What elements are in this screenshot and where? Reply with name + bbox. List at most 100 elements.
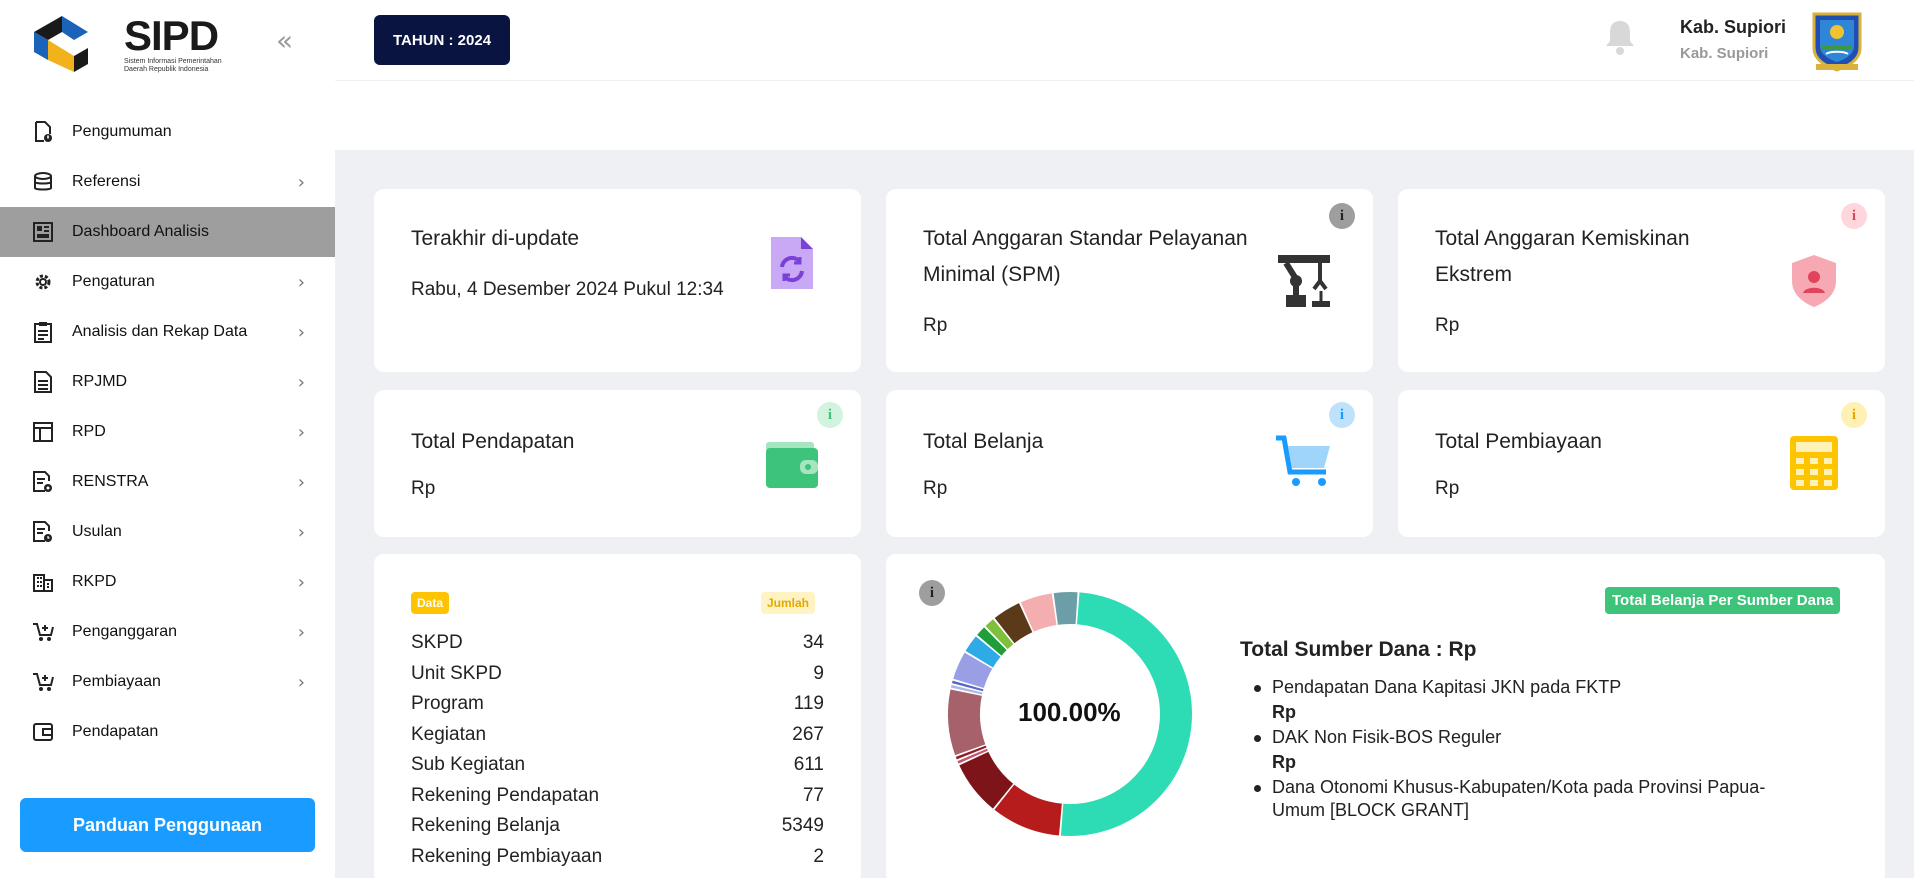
donut-slice[interactable] [948, 689, 986, 756]
info-icon[interactable]: i [817, 402, 843, 428]
card-value: Rp [923, 478, 948, 499]
user-name[interactable]: Kab. Supiori [1680, 17, 1786, 38]
row-value: 5349 [781, 815, 824, 836]
collapse-sidebar-icon[interactable]: « [276, 24, 293, 57]
clipboard-icon [32, 321, 54, 343]
spm-card: Total Anggaran Standar Pelayanan Minimal… [886, 189, 1373, 372]
table-row: Kegiatan 267 [411, 724, 824, 746]
sidebar-item-rpd[interactable]: RPD › [0, 407, 335, 457]
sidebar-item-rpjmd[interactable]: RPJMD › [0, 357, 335, 407]
list-item-amount: Rp [1272, 752, 1296, 772]
list-item: Dana Otonomi Khusus-Kabupaten/Kota pada … [1252, 776, 1812, 822]
doc-clock-icon [32, 521, 54, 543]
card-title: Total Pendapatan [411, 430, 575, 453]
info-icon[interactable]: i [1329, 402, 1355, 428]
region-crest-icon[interactable] [1810, 8, 1864, 77]
card-title: Total Belanja [923, 430, 1044, 453]
data-tag: Data [411, 592, 450, 614]
table-row: Rekening Belanja 5349 [411, 815, 824, 837]
notification-bell-icon[interactable] [1603, 18, 1637, 61]
cart-plus-icon [32, 671, 54, 693]
card-title: Terakhir di-update [411, 227, 580, 250]
info-icon[interactable]: i [1329, 203, 1355, 229]
row-value: 611 [793, 754, 824, 775]
row-value: 267 [792, 724, 824, 745]
chevron-right-icon: › [297, 372, 305, 393]
sidebar-item-dashboard-analisis[interactable]: Dashboard Analisis [0, 207, 335, 257]
sipd-logo-icon [34, 16, 88, 72]
sidebar: SIPD Sistem Informasi Pemerintahan Daera… [0, 0, 335, 878]
robot-arm-icon [1274, 251, 1334, 316]
cart-plus-icon [32, 621, 54, 643]
sidebar-item-label: Dashboard Analisis [72, 223, 209, 240]
card-value: Rp [411, 478, 436, 499]
shopping-cart-icon [1274, 432, 1334, 495]
chevron-right-icon: › [297, 322, 305, 343]
header-divider [335, 80, 1914, 81]
row-value: 119 [793, 693, 824, 714]
database-icon [32, 171, 54, 193]
sidebar-item-label: Pendapatan [72, 723, 159, 740]
sidebar-item-label: Pembiayaan [72, 673, 161, 690]
sidebar-item-label: RPJMD [72, 373, 128, 390]
sidebar-item-pengaturan[interactable]: Pengaturan › [0, 257, 335, 307]
sidebar-item-penganggaran[interactable]: Penganggaran › [0, 607, 335, 657]
calculator-icon [1788, 434, 1840, 497]
table-row: Unit SKPD 9 [411, 663, 824, 685]
list-item: Pendapatan Dana Kapitasi JKN pada FKTP [1252, 676, 1812, 699]
row-label: Unit SKPD [411, 663, 502, 684]
sidebar-item-analisis-rekap[interactable]: Analisis dan Rekap Data › [0, 307, 335, 357]
table-icon [32, 421, 54, 443]
chevron-right-icon: › [297, 672, 305, 693]
panduan-penggunaan-button[interactable]: Panduan Penggunaan [20, 798, 315, 852]
chevron-right-icon: › [297, 422, 305, 443]
row-label: Program [411, 693, 484, 714]
sidebar-item-usulan[interactable]: Usulan › [0, 507, 335, 557]
chevron-right-icon: › [297, 272, 305, 293]
total-belanja-sumber-dana-badge: Total Belanja Per Sumber Dana [1605, 587, 1841, 614]
year-selector-button[interactable]: TAHUN : 2024 [374, 15, 510, 65]
top-header: TAHUN : 2024 Kab. Supiori Kab. Supiori [335, 0, 1914, 150]
data-summary-card: Data Jumlah SKPD 34 Unit SKPD 9 Program 119… [374, 554, 861, 878]
belanja-card: Total Belanja Rp i [886, 390, 1373, 537]
sidebar-item-referensi[interactable]: Referensi › [0, 157, 335, 207]
donut-slice[interactable] [1053, 592, 1078, 625]
card-value: Rp [1435, 478, 1460, 499]
doc-gear-icon [32, 471, 54, 493]
sidebar-item-label: Penganggaran [72, 623, 177, 640]
sidebar-item-pengumuman[interactable]: Pengumuman [0, 107, 335, 157]
sidebar-item-pendapatan[interactable]: Pendapatan [0, 707, 335, 757]
wallet-icon [764, 440, 820, 495]
announcement-icon [32, 121, 54, 143]
wallet-icon [32, 721, 54, 743]
document-icon [32, 371, 54, 393]
chevron-right-icon: › [297, 172, 305, 193]
card-value: Rp [1435, 315, 1460, 336]
row-value: 9 [813, 663, 824, 684]
user-subtitle: Kab. Supiori [1680, 45, 1769, 62]
table-row: Rekening Pendapatan 77 [411, 785, 824, 807]
sidebar-item-label: Usulan [72, 523, 122, 540]
sidebar-item-renstra[interactable]: RENSTRA › [0, 457, 335, 507]
row-label: SKPD [411, 632, 463, 653]
list-item: DAK Non Fisik-BOS Reguler [1252, 726, 1812, 749]
info-icon[interactable]: i [1841, 402, 1867, 428]
row-label: Rekening Belanja [411, 815, 560, 836]
sipd-logo[interactable]: SIPD Sistem Informasi Pemerintahan Daera… [30, 8, 222, 76]
card-title: Total Anggaran Kemiskinan Ekstrem [1435, 227, 1690, 286]
info-icon[interactable]: i [1841, 203, 1867, 229]
kemiskinan-card: Total Anggaran Kemiskinan Ekstrem Rp i [1398, 189, 1885, 372]
table-row: Sub Kegiatan 611 [411, 754, 824, 776]
refresh-document-icon [769, 235, 815, 296]
sumber-dana-list: Pendapatan Dana Kapitasi JKN pada FKTP R… [1252, 676, 1812, 822]
last-update-card: Terakhir di-update Rabu, 4 Desember 2024… [374, 189, 861, 372]
sidebar-item-pembiayaan[interactable]: Pembiayaan › [0, 657, 335, 707]
card-value: Rp [923, 315, 948, 336]
sidebar-item-label: Pengaturan [72, 273, 155, 290]
sidebar-item-label: RKPD [72, 573, 117, 590]
sidebar-item-label: RPD [72, 423, 106, 440]
donut-center-label: 100.00% [1018, 697, 1121, 727]
sidebar-item-rkpd[interactable]: RKPD › [0, 557, 335, 607]
jumlah-tag: Jumlah [761, 592, 816, 614]
building-icon [32, 571, 54, 593]
